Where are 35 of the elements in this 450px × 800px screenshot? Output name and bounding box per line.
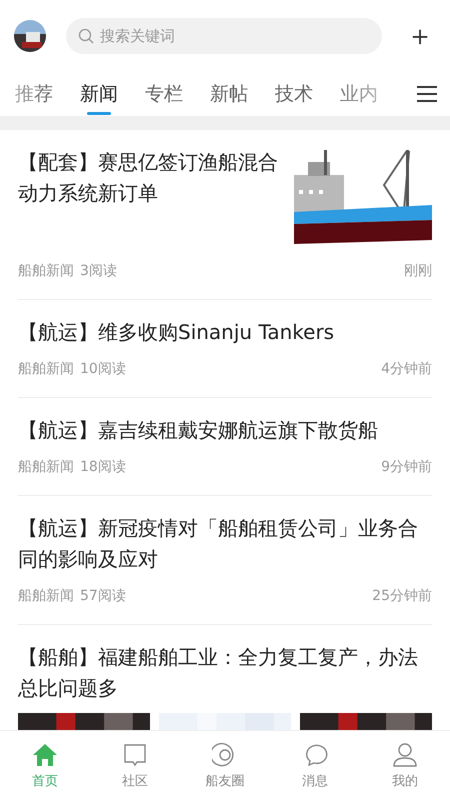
article-title[interactable]: 【航运】新冠疫情对「船舶租赁公司」业务合同的影响及应对	[18, 513, 432, 575]
add-button[interactable]: ＋	[402, 17, 438, 55]
article-title[interactable]: 【航运】维多收购Sinanju Tankers	[18, 317, 432, 348]
article-time: 4分钟前	[381, 360, 432, 378]
nav-tab[interactable]: 社区	[90, 731, 180, 800]
article-time: 9分钟前	[381, 458, 432, 476]
tab[interactable]: 专栏	[145, 72, 183, 116]
nav-tab[interactable]: 首页	[0, 731, 90, 800]
tab[interactable]: 业内	[340, 72, 378, 116]
read-count: 10阅读	[80, 360, 126, 378]
article-source: 船舶新闻	[18, 360, 74, 378]
article-time: 刚刚	[404, 262, 432, 280]
chat-box-icon	[122, 742, 148, 768]
article-title[interactable]: 【航运】嘉吉续租戴安娜航运旗下散货船	[18, 415, 432, 446]
tab[interactable]: 推荐	[15, 72, 53, 116]
nav-tab[interactable]: 消息	[270, 731, 360, 800]
article-source: 船舶新闻	[18, 458, 74, 476]
article-title[interactable]: 【船舶】福建船舶工业：全力复工复产，办法总比问题多	[18, 642, 432, 704]
article-time: 25分钟前	[372, 587, 432, 605]
read-count: 57阅读	[80, 587, 126, 605]
search-field[interactable]: 搜索关键词	[66, 18, 382, 54]
menu-icon[interactable]	[414, 84, 440, 104]
person-icon	[392, 742, 418, 768]
article-source: 船舶新闻	[18, 262, 74, 280]
article-title[interactable]: 【配套】赛思亿签订渔船混合动力系统新订单	[18, 147, 282, 250]
tab[interactable]: 新闻	[80, 72, 118, 116]
read-count: 3阅读	[80, 262, 117, 280]
tab[interactable]: 新帖	[210, 72, 248, 116]
search-icon	[78, 28, 94, 44]
home-icon	[32, 742, 58, 768]
nav-tab[interactable]: 船友圈	[180, 731, 270, 800]
article-source: 船舶新闻	[18, 587, 74, 605]
nav-tab[interactable]: 我的	[360, 731, 450, 800]
tab[interactable]: 技术	[275, 72, 313, 116]
read-count: 18阅读	[80, 458, 126, 476]
